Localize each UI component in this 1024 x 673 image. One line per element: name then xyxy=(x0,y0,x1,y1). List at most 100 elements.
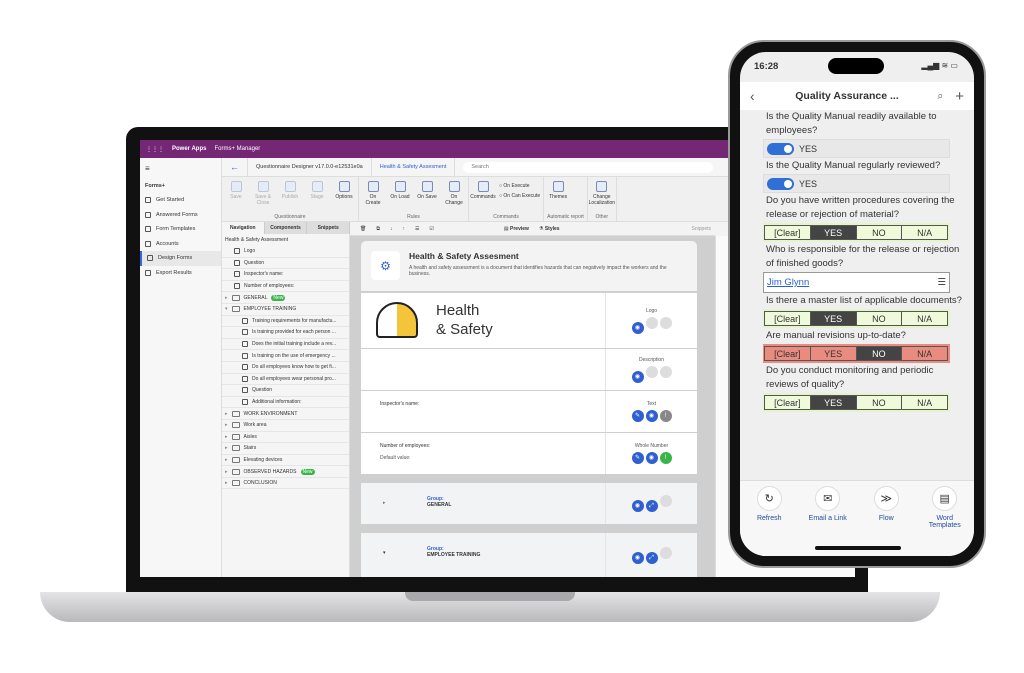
option-no[interactable]: NO xyxy=(855,311,903,326)
commands-button[interactable]: Commands xyxy=(470,181,496,214)
inspector-row[interactable]: Inspector's name: Text ✎ ◉! xyxy=(361,391,697,432)
option-yes[interactable]: YES xyxy=(809,346,857,361)
menu-icon[interactable]: ≡ xyxy=(140,158,221,179)
tree-item[interactable]: Number of employees: xyxy=(222,281,349,293)
required-button[interactable]: ! xyxy=(659,452,672,464)
visibility-button[interactable]: ◉ xyxy=(631,321,644,334)
toggle-switch[interactable] xyxy=(767,177,794,190)
tree-item[interactable]: ▸ WORK ENVIRONMENT xyxy=(222,408,349,420)
edit-button[interactable]: ✎ xyxy=(631,410,644,422)
tree-item[interactable]: ▸ Work area xyxy=(222,420,349,432)
option-no[interactable]: NO xyxy=(855,225,903,240)
on-change-button[interactable]: On Change xyxy=(443,181,465,214)
option-clear[interactable]: [Clear] xyxy=(764,395,811,410)
option-clear[interactable]: [Clear] xyxy=(764,225,811,240)
tree-item[interactable]: Question xyxy=(222,385,349,397)
nav-item-accounts[interactable]: Accounts xyxy=(140,237,221,252)
tree-item[interactable]: Is training provided for each person ... xyxy=(222,327,349,339)
tree-item[interactable]: Logo xyxy=(222,246,349,258)
visibility-button[interactable]: ◉ xyxy=(645,452,658,464)
search-icon[interactable]: ⌕ xyxy=(929,90,951,103)
option-yes[interactable]: YES xyxy=(809,395,857,410)
expand-icon[interactable]: ▸ xyxy=(225,457,228,463)
tree-item[interactable]: Additional information: xyxy=(222,397,349,409)
nav-item-design-forms[interactable]: Design Forms xyxy=(140,251,221,266)
tree-item[interactable]: Is training on the use of emergency ... xyxy=(222,350,349,362)
expand-icon[interactable]: ▸ xyxy=(225,445,228,451)
expand-icon[interactable]: ▸ xyxy=(225,411,228,417)
expand-icon[interactable]: ▸ xyxy=(225,469,228,475)
on-create-button[interactable]: On Create xyxy=(362,181,384,214)
group-general[interactable]: ▸ Group: GENERAL ◉ ⤢ xyxy=(361,483,697,524)
options-button[interactable]: Options xyxy=(333,181,355,214)
styles-button[interactable]: ⚗ Styles xyxy=(539,226,560,232)
expand-icon[interactable]: ▸ xyxy=(383,500,386,506)
stage-button[interactable]: Stage xyxy=(306,181,328,214)
option-n-a[interactable]: N/A xyxy=(901,225,948,240)
option-no[interactable]: NO xyxy=(855,346,903,361)
publish-button[interactable]: Publish xyxy=(279,181,301,214)
list-icon[interactable]: ☰ xyxy=(415,226,419,232)
checkbox-icon[interactable]: ☑ xyxy=(429,226,433,232)
toggle-field[interactable]: YES xyxy=(763,174,950,193)
nav-item-get-started[interactable]: Get Started xyxy=(140,193,221,208)
option-yes[interactable]: YES xyxy=(809,225,857,240)
option-n-a[interactable]: N/A xyxy=(901,311,948,326)
nav-item-export-results[interactable]: Export Results xyxy=(140,266,221,281)
waffle-icon[interactable]: ⋮⋮⋮ xyxy=(146,146,164,153)
tree-item[interactable]: ▾ EMPLOYEE TRAINING xyxy=(222,304,349,316)
toggle-field[interactable]: YES xyxy=(763,139,950,158)
themes-button[interactable]: Themes xyxy=(547,181,569,214)
lookup-field[interactable]: Jim Glynn ☰ xyxy=(763,272,950,293)
expand-icon[interactable]: ▸ xyxy=(225,434,228,440)
snippets-button[interactable]: Snippets xyxy=(692,226,715,232)
edit-button[interactable]: ✎ xyxy=(631,452,644,464)
tree-item[interactable]: Training requirements for manufactu... xyxy=(222,316,349,328)
on-can-execute-option[interactable]: ○ On Can Execute xyxy=(499,193,540,199)
group-employee-training[interactable]: ▾ Group: EMPLOYEE TRAINING ◉ ⤢ xyxy=(361,533,697,577)
option-n-a[interactable]: N/A xyxy=(901,346,948,361)
required-button[interactable]: ! xyxy=(659,410,672,422)
tab-navigation[interactable]: Navigation xyxy=(222,222,265,234)
word-templates-button[interactable]: ▤ Word Templates xyxy=(920,486,970,556)
save-button[interactable]: Save xyxy=(225,181,247,214)
logo-row[interactable]: Health & Safety Logo ◉ xyxy=(361,293,697,348)
copy-icon[interactable]: ⧉ xyxy=(376,226,380,232)
option-no[interactable]: NO xyxy=(855,395,903,410)
tree-item[interactable]: Do all employees know how to get fi... xyxy=(222,362,349,374)
tree-item[interactable]: Inspector's name: xyxy=(222,269,349,281)
nav-item-form-templates[interactable]: Form Templates xyxy=(140,222,221,237)
option-yes[interactable]: YES xyxy=(809,311,857,326)
tree-item[interactable]: ▸ GENERAL New xyxy=(222,292,349,304)
option-clear[interactable]: [Clear] xyxy=(764,346,811,361)
search-input[interactable]: Search xyxy=(463,161,714,173)
tree-item[interactable]: ▸ CONCLUSION xyxy=(222,478,349,490)
back-icon[interactable]: ← xyxy=(222,158,248,176)
tab-components[interactable]: Components xyxy=(264,222,308,234)
move-down-icon[interactable]: ↓ xyxy=(390,226,393,232)
tree-item[interactable]: ▸ Stairs xyxy=(222,443,349,455)
on-save-button[interactable]: On Save xyxy=(416,181,438,214)
employees-row[interactable]: Number of employees: Default value: Whol… xyxy=(361,433,697,474)
lookup-value[interactable]: Jim Glynn xyxy=(767,277,809,288)
tree-root[interactable]: Health & Safety Assessment xyxy=(222,234,349,246)
tree-item[interactable]: Question xyxy=(222,258,349,270)
tree-item[interactable]: Do all employees wear personal pro... xyxy=(222,374,349,386)
option-n-a[interactable]: N/A xyxy=(901,395,948,410)
toggle-switch[interactable] xyxy=(767,142,794,155)
delete-icon[interactable]: 🗑 xyxy=(360,226,366,232)
preview-button[interactable]: ▤ Preview xyxy=(504,226,529,232)
tree-item[interactable]: ▸ Aisles xyxy=(222,432,349,444)
collapse-icon[interactable]: ▾ xyxy=(383,550,386,556)
refresh-button[interactable]: ↻ Refresh xyxy=(744,486,794,556)
description-row[interactable]: Description ◉ xyxy=(361,349,697,390)
on-load-button[interactable]: On Load xyxy=(389,181,411,214)
list-icon[interactable]: ☰ xyxy=(937,277,946,288)
change-localization-button[interactable]: Change Localization xyxy=(589,181,615,214)
tree-item[interactable]: ▸ OBSERVED HAZARDS New xyxy=(222,466,349,478)
nav-item-answered-forms[interactable]: Answered Forms xyxy=(140,208,221,223)
move-up-icon[interactable]: ↑ xyxy=(402,226,405,232)
collapse-icon[interactable]: ▾ xyxy=(225,306,228,312)
add-icon[interactable]: + xyxy=(951,88,974,105)
tree-item[interactable]: Does the initial training include a rev.… xyxy=(222,339,349,351)
